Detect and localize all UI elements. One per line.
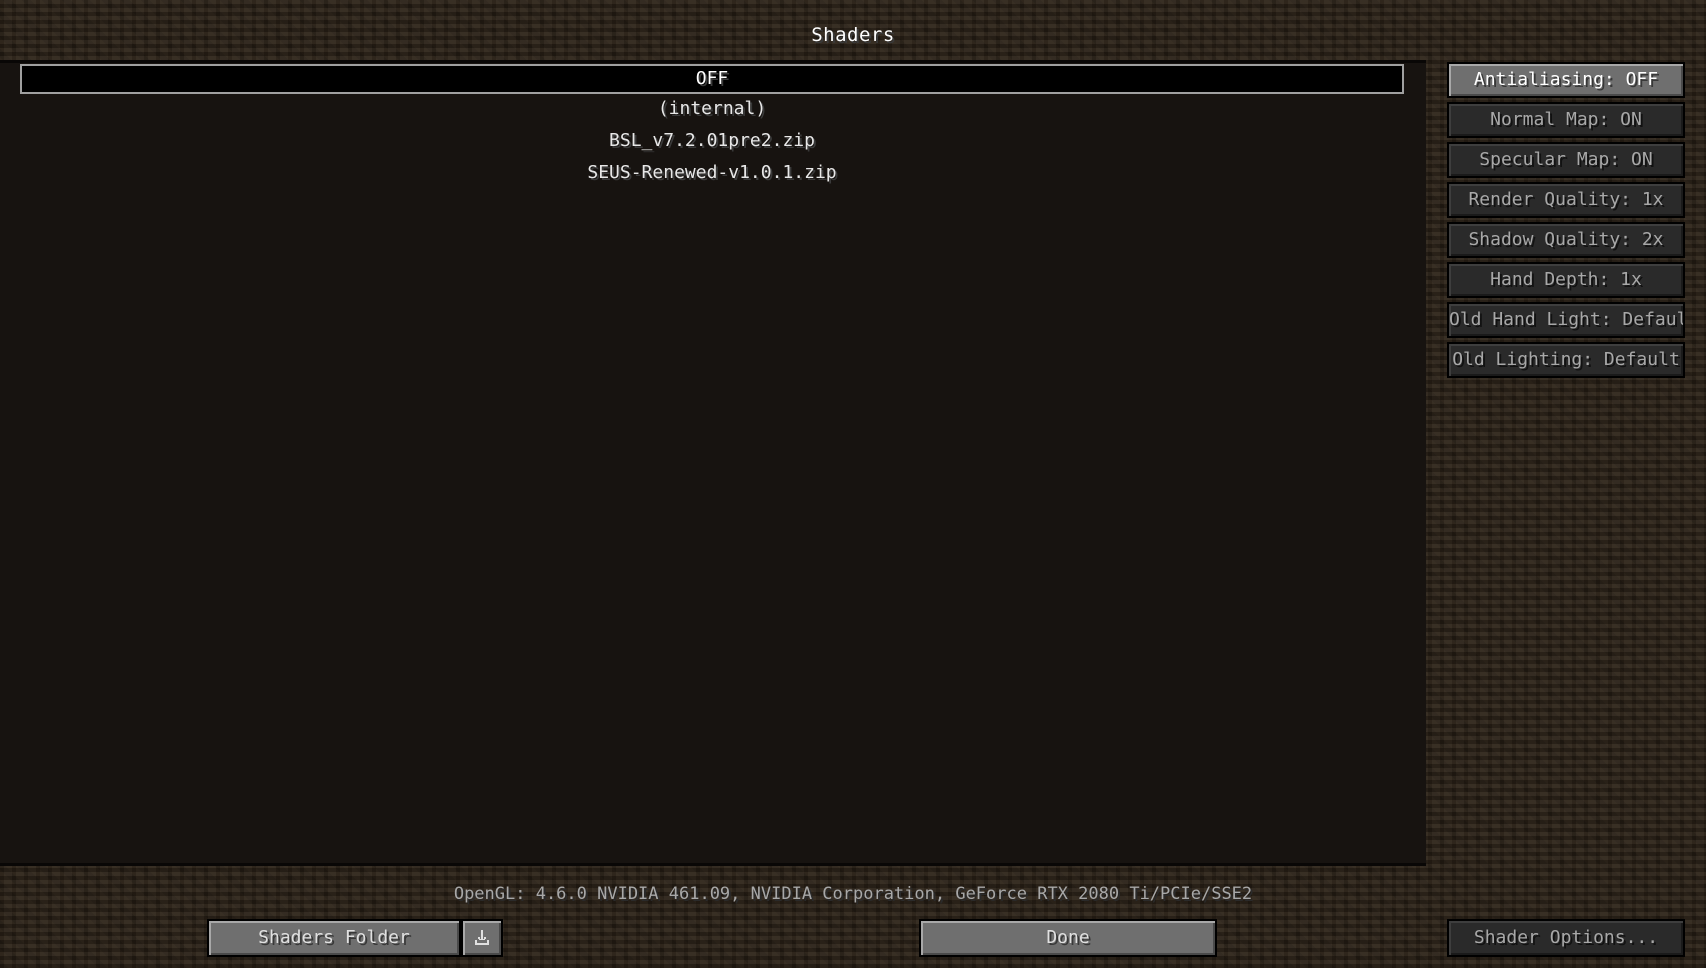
shadow-quality-button[interactable]: Shadow Quality: 2x [1447,222,1685,258]
old-hand-light-button[interactable]: Old Hand Light: Default [1447,302,1685,338]
shaders-folder-button[interactable]: Shaders Folder [207,919,461,957]
opengl-info: OpenGL: 4.6.0 NVIDIA 461.09, NVIDIA Corp… [453,884,1253,904]
screen-title: Shaders [811,24,895,46]
shader-options-button[interactable]: Shader Options... [1447,919,1685,957]
shader-item-seus[interactable]: SEUS-Renewed-v1.0.1.zip [20,158,1404,188]
antialiasing-button[interactable]: Antialiasing: OFF [1447,62,1685,98]
shader-item-bsl[interactable]: BSL_v7.2.01pre2.zip [20,126,1404,156]
shader-item-internal[interactable]: (internal) [20,94,1404,124]
specular-map-button[interactable]: Specular Map: ON [1447,142,1685,178]
shader-item-off[interactable]: OFF [20,64,1404,94]
normal-map-button[interactable]: Normal Map: ON [1447,102,1685,138]
hand-depth-button[interactable]: Hand Depth: 1x [1447,262,1685,298]
download-button[interactable] [461,919,503,957]
done-button[interactable]: Done [919,919,1217,957]
old-lighting-button[interactable]: Old Lighting: Default [1447,342,1685,378]
shader-list-panel[interactable]: OFF (internal) BSL_v7.2.01pre2.zip SEUS-… [0,60,1426,866]
download-icon [475,930,489,945]
render-quality-button[interactable]: Render Quality: 1x [1447,182,1685,218]
